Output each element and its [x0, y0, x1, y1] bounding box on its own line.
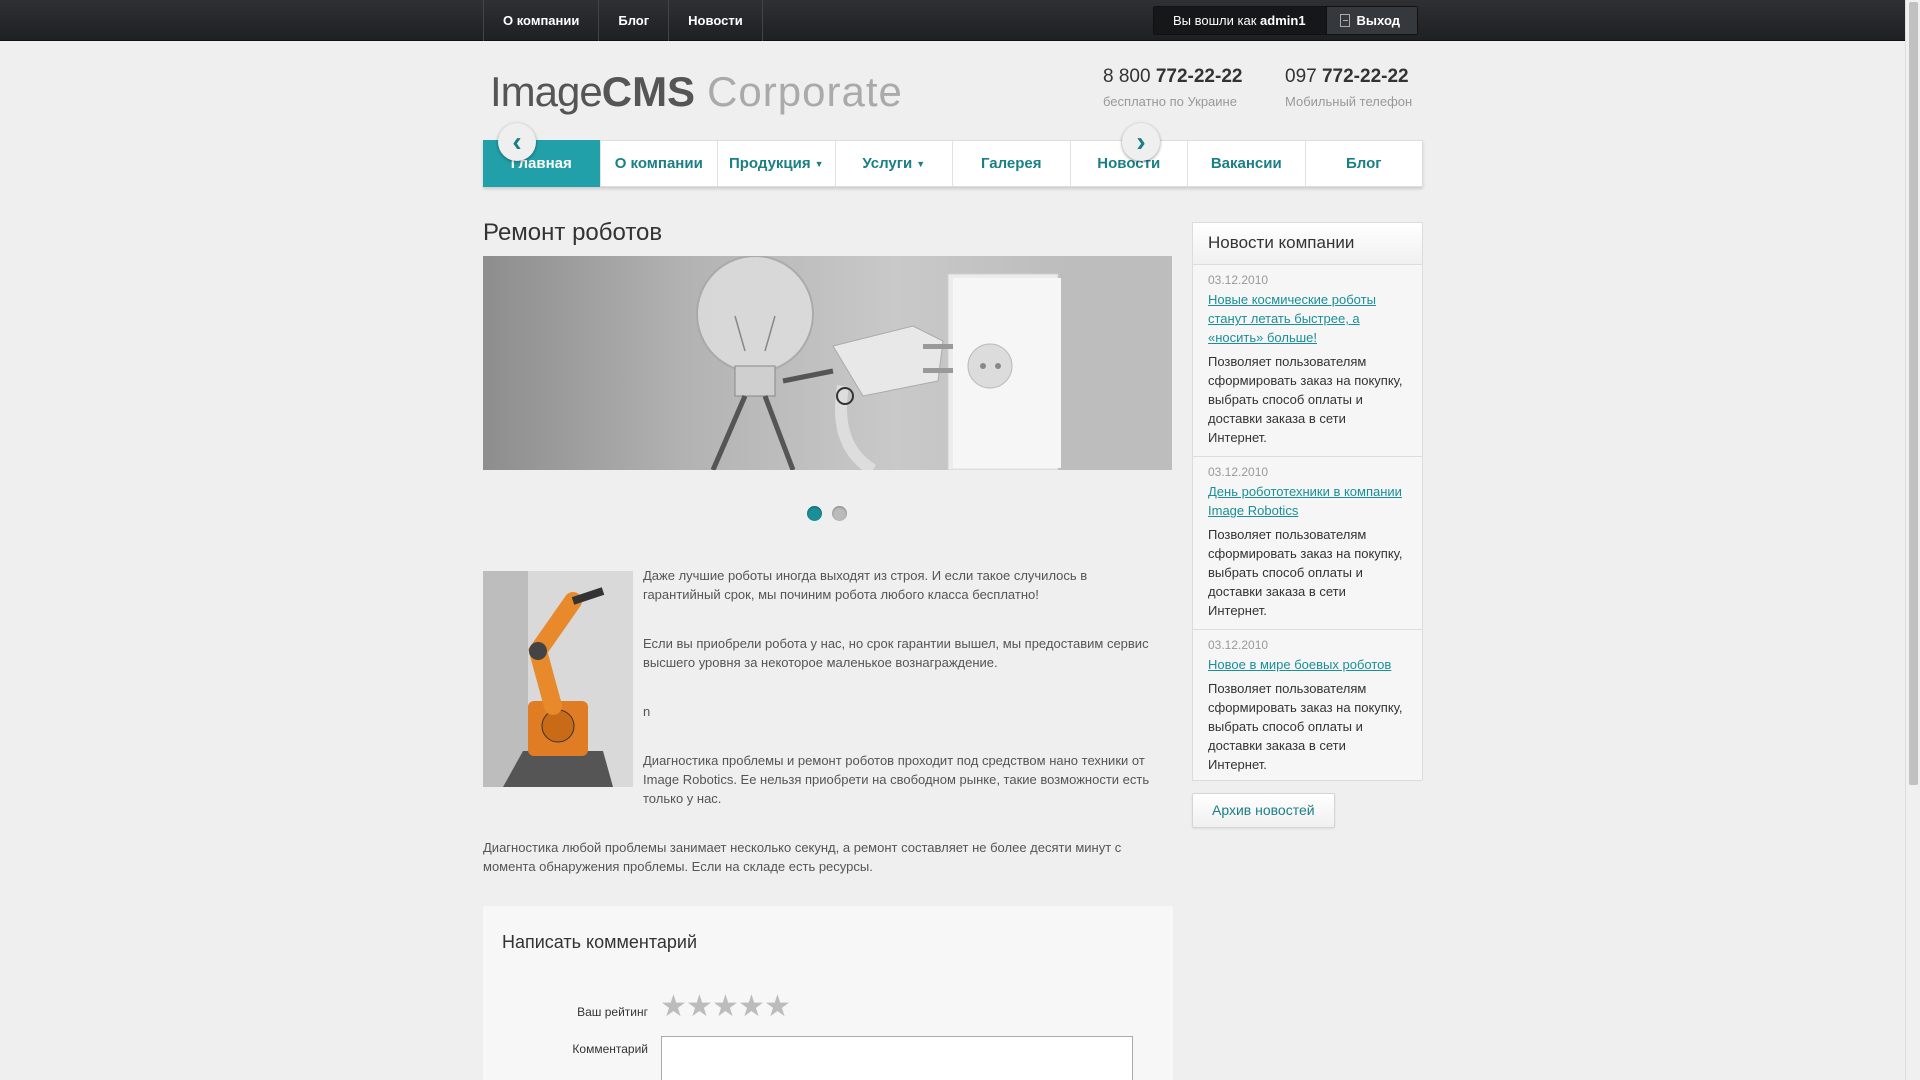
news-date: 03.12.2010: [1208, 638, 1269, 652]
star-icon[interactable]: ★: [738, 992, 765, 1022]
slider-dot[interactable]: [832, 506, 847, 521]
phone-free: 8 800 772-22-22 бесплатно по Украине: [1103, 66, 1242, 109]
page-title: Ремонт роботов: [483, 219, 663, 246]
robot-arm-image: [483, 571, 633, 787]
slide-image: [696, 256, 1172, 470]
top-nav-news[interactable]: Новости: [668, 0, 763, 41]
phone-number: 772-22-22: [1155, 66, 1243, 87]
rating-label: Ваш рейтинг: [577, 1005, 648, 1019]
rating-stars[interactable]: ★ ★ ★ ★ ★: [660, 992, 791, 1022]
news-date: 03.12.2010: [1208, 465, 1269, 479]
comment-form-title: Написать комментарий: [502, 932, 698, 952]
top-nav-about[interactable]: О компании: [483, 0, 598, 41]
article-paragraph: Диагностика проблемы и ремонт роботов пр…: [643, 753, 1150, 806]
page-scrollbar[interactable]: [1905, 0, 1920, 1080]
logged-in-status: Вы вошли как admin1: [1154, 7, 1326, 34]
nav-label: Галерея: [980, 155, 1042, 172]
star-icon[interactable]: ★: [712, 992, 739, 1022]
news-summary: Позволяет пользователям сформировать зак…: [1208, 354, 1403, 445]
article-paragraph: Даже лучшие роботы иногда выходят из стр…: [643, 568, 1088, 602]
news-title-link[interactable]: Новое в мире боевых роботов: [1208, 655, 1407, 674]
news-widget-title: Новости компании: [1193, 223, 1422, 265]
phone-number: 772-22-22: [1321, 66, 1409, 87]
nav-services[interactable]: Услуги ▼: [834, 141, 953, 186]
nav-gallery[interactable]: Галерея: [952, 141, 1070, 186]
slider-next-button[interactable]: ›: [1122, 123, 1160, 161]
nav-label: Продукция: [728, 155, 811, 172]
news-item: 03.12.2010 Новое в мире боевых роботов П…: [1193, 630, 1422, 783]
scrollbar-thumb[interactable]: [1909, 2, 1918, 785]
article-body: Даже лучшие роботы иногда выходят из стр…: [643, 566, 1153, 808]
star-icon[interactable]: ★: [686, 992, 713, 1022]
article-footer-paragraph: Диагностика любой проблемы занимает неск…: [483, 840, 1122, 874]
comment-textarea[interactable]: [661, 1036, 1133, 1080]
phone-caption: Мобильный телефон: [1285, 94, 1413, 109]
slider-prev-button[interactable]: ‹: [498, 123, 536, 161]
nav-label: Услуги: [862, 155, 913, 172]
star-icon[interactable]: ★: [660, 992, 687, 1022]
top-bar: О компании Блог Новости Вы вошли как adm…: [0, 0, 1905, 41]
comment-label: Комментарий: [572, 1042, 648, 1056]
article-paragraph: Если вы приобрели робота у нас, но срок …: [643, 636, 1149, 670]
phone-caption: бесплатно по Украине: [1103, 94, 1237, 109]
slider-pagination: [807, 506, 847, 521]
nav-label: Блог: [1345, 155, 1382, 172]
nav-vacancies[interactable]: Вакансии: [1187, 141, 1305, 186]
news-summary: Позволяет пользователям сформировать зак…: [1208, 527, 1403, 618]
news-summary: Позволяет пользователям сформировать зак…: [1208, 681, 1403, 772]
phone-prefix: 097: [1285, 66, 1317, 87]
logo-corporate-text: Corporate: [707, 68, 903, 115]
star-icon[interactable]: ★: [764, 992, 791, 1022]
news-date: 03.12.2010: [1208, 273, 1269, 287]
nav-blog[interactable]: Блог: [1304, 141, 1423, 186]
logout-label: Выход: [1356, 13, 1400, 28]
nav-label: О компании: [614, 155, 703, 172]
site-logo[interactable]: ImageCMS Corporate: [490, 68, 903, 116]
news-archive-button[interactable]: Архив новостей: [1192, 793, 1335, 828]
article-paragraph: n: [643, 704, 651, 719]
logout-icon: [1339, 14, 1350, 27]
logo-image-text: Image: [490, 68, 603, 115]
news-item: 03.12.2010 День робототехники в компании…: [1193, 457, 1422, 630]
logged-in-prefix: Вы вошли как: [1173, 13, 1257, 28]
slider-dot[interactable]: [807, 506, 822, 521]
company-news-widget: Новости компании 03.12.2010 Новые космич…: [1192, 222, 1423, 781]
news-title-link[interactable]: Новые космические роботы станут летать б…: [1208, 290, 1407, 347]
image-slider: [483, 256, 1172, 470]
phone-mobile: 097 772-22-22 Мобильный телефон: [1285, 66, 1412, 109]
news-title-link[interactable]: День робототехники в компании Image Robo…: [1208, 482, 1407, 520]
top-nav: О компании Блог Новости: [483, 0, 763, 41]
news-item: 03.12.2010 Новые космические роботы стан…: [1193, 265, 1422, 457]
username: admin1: [1260, 13, 1306, 28]
phone-prefix: 8 800: [1103, 66, 1151, 87]
comment-form: Написать комментарий Ваш рейтинг ★ ★ ★ ★…: [483, 906, 1173, 1080]
nav-about[interactable]: О компании: [599, 141, 718, 186]
user-box: Вы вошли как admin1 Выход: [1153, 6, 1418, 35]
logo-cms-text: CMS: [601, 68, 696, 115]
chevron-down-icon: ▼: [814, 158, 824, 169]
chevron-down-icon: ▼: [916, 158, 926, 169]
top-nav-blog[interactable]: Блог: [598, 0, 668, 41]
main-nav: Главная О компании Продукция ▼ Услуги ▼ Га…: [483, 140, 1423, 187]
nav-products[interactable]: Продукция ▼: [717, 141, 835, 186]
nav-label: Вакансии: [1210, 155, 1282, 172]
logout-button[interactable]: Выход: [1325, 7, 1417, 34]
